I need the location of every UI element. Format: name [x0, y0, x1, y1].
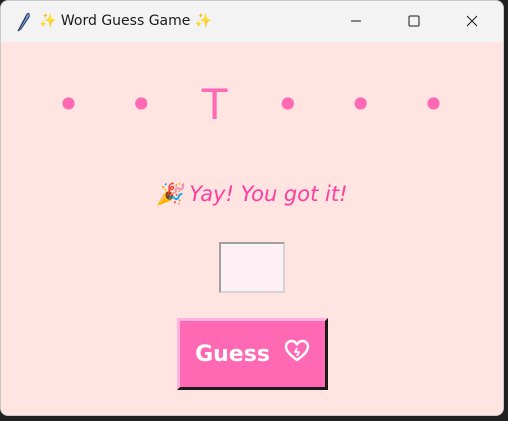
minimize-button[interactable]	[327, 1, 385, 42]
feather-icon	[13, 11, 33, 33]
guess-button-label: Guess	[195, 341, 270, 367]
guess-input[interactable]	[219, 242, 285, 293]
maximize-button[interactable]	[385, 1, 443, 42]
close-button[interactable]	[443, 1, 501, 42]
close-icon	[466, 12, 478, 31]
maximize-icon	[408, 12, 420, 31]
guess-button[interactable]: Guess	[177, 318, 328, 390]
result-message: 🎉 Yay! You got it!	[156, 182, 348, 206]
heart-icon	[284, 339, 310, 369]
title-bar[interactable]: ✨ Word Guess Game ✨	[1, 1, 503, 42]
window-title: ✨ Word Guess Game ✨	[39, 13, 213, 29]
minimize-icon	[350, 12, 362, 31]
word-display: • • T • • •	[56, 80, 448, 129]
game-panel: • • T • • • 🎉 Yay! You got it! Guess	[1, 42, 503, 415]
app-window: ✨ Word Guess Game ✨ • • T • • • 🎉 Yay! Y…	[0, 0, 504, 416]
